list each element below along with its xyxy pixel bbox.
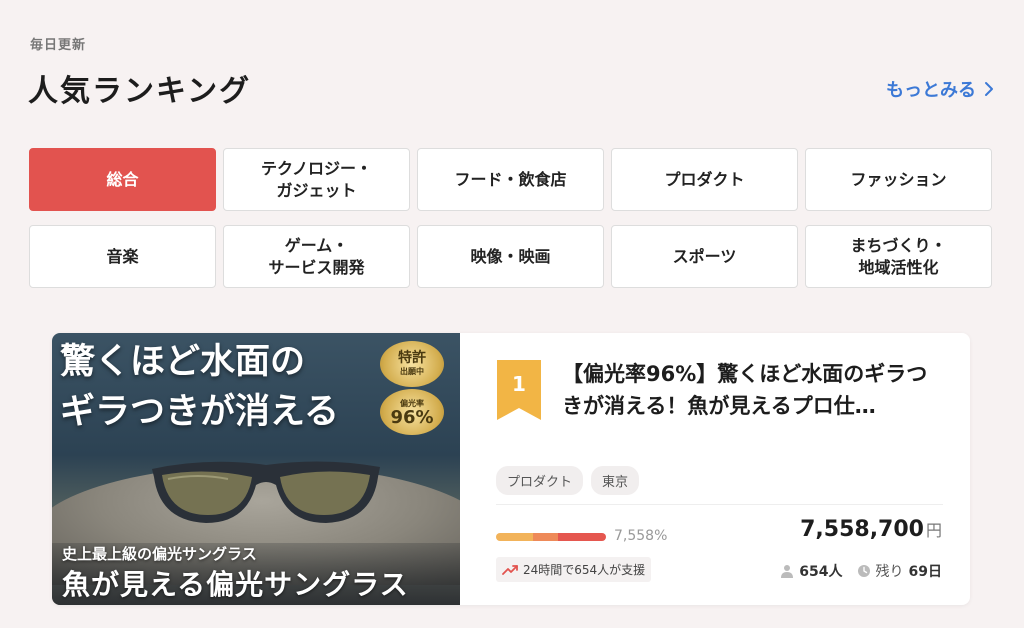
category-tab-overall[interactable]: 総合 (29, 148, 216, 211)
trend-badge: 24時間で654人が支援 (496, 557, 652, 582)
thumbnail-headline: 驚くほど水面の ギラつきが消える (60, 341, 339, 432)
remaining-days: 残り 69日 (857, 561, 942, 581)
category-tab-sports[interactable]: スポーツ (611, 225, 798, 288)
more-link[interactable]: もっとみる (886, 76, 996, 102)
rank-ribbon: 1 (497, 360, 541, 420)
rank-number: 1 (512, 372, 526, 396)
section-title: 人気ランキング (28, 74, 252, 109)
patent-badge-main: 特許 (398, 349, 426, 366)
progress-segment-3 (557, 533, 606, 541)
project-card[interactable]: 驚くほど水面の ギラつきが消える 特許 出願中 偏光率 96% 史上最上級の偏光… (52, 333, 970, 605)
funding-amount: 7,558,700 円 (800, 517, 942, 542)
patent-badge: 特許 出願中 (380, 341, 444, 387)
project-meta: 654人 残り 69日 (780, 561, 942, 581)
category-tabs: 総合 テクノロジー・ ガジェット フード・飲食店 プロダクト ファッション 音楽… (29, 148, 992, 288)
funding-progress-bar (496, 533, 606, 541)
category-tab-technology[interactable]: テクノロジー・ ガジェット (223, 148, 410, 211)
tag-location[interactable]: 東京 (591, 466, 640, 495)
eyebrow-label: 毎日更新 (30, 38, 87, 53)
thumbnail-bigcopy: 魚が見える偏光サングラス (62, 568, 409, 601)
category-tab-product[interactable]: プロダクト (611, 148, 798, 211)
category-tab-music[interactable]: 音楽 (29, 225, 216, 288)
project-tags: プロダクト 東京 (496, 466, 640, 495)
chevron-right-icon (985, 82, 993, 96)
project-title[interactable]: 【偏光率96%】驚くほど水面のギラつきが消える！魚が見えるプロ仕… (562, 359, 947, 422)
project-thumbnail[interactable]: 驚くほど水面の ギラつきが消える 特許 出願中 偏光率 96% 史上最上級の偏光… (52, 333, 460, 605)
remaining-value: 69日 (908, 564, 942, 580)
card-divider (496, 504, 943, 505)
polarization-badge-value: 96% (390, 406, 434, 428)
trending-up-icon (502, 564, 518, 575)
category-tab-food[interactable]: フード・飲食店 (417, 148, 604, 211)
supporters-count: 654人 (780, 561, 843, 581)
supporters-value: 654人 (799, 564, 843, 580)
patent-badge-sub: 出願中 (400, 367, 424, 377)
category-tab-fashion[interactable]: ファッション (805, 148, 992, 211)
person-icon (781, 565, 794, 578)
tag-category[interactable]: プロダクト (496, 466, 584, 495)
trend-text: 24時間で654人が支援 (523, 563, 646, 577)
amount-value: 7,558,700 (800, 517, 924, 542)
remaining-label: 残り (875, 564, 904, 580)
funding-percent: 7,558% (614, 528, 668, 544)
progress-segment-2 (533, 533, 558, 541)
thumbnail-subcopy: 史上最上級の偏光サングラス (62, 545, 257, 563)
amount-currency: 円 (925, 521, 942, 540)
sunglasses-image (152, 461, 380, 523)
category-tab-film[interactable]: 映像・映画 (417, 225, 604, 288)
clock-icon (857, 565, 870, 577)
category-tab-community[interactable]: まちづくり・ 地域活性化 (805, 225, 992, 288)
polarization-badge: 偏光率 96% (380, 389, 444, 435)
more-link-label: もっとみる (886, 80, 976, 101)
progress-segment-1 (496, 533, 534, 541)
category-tab-game[interactable]: ゲーム・ サービス開発 (223, 225, 410, 288)
